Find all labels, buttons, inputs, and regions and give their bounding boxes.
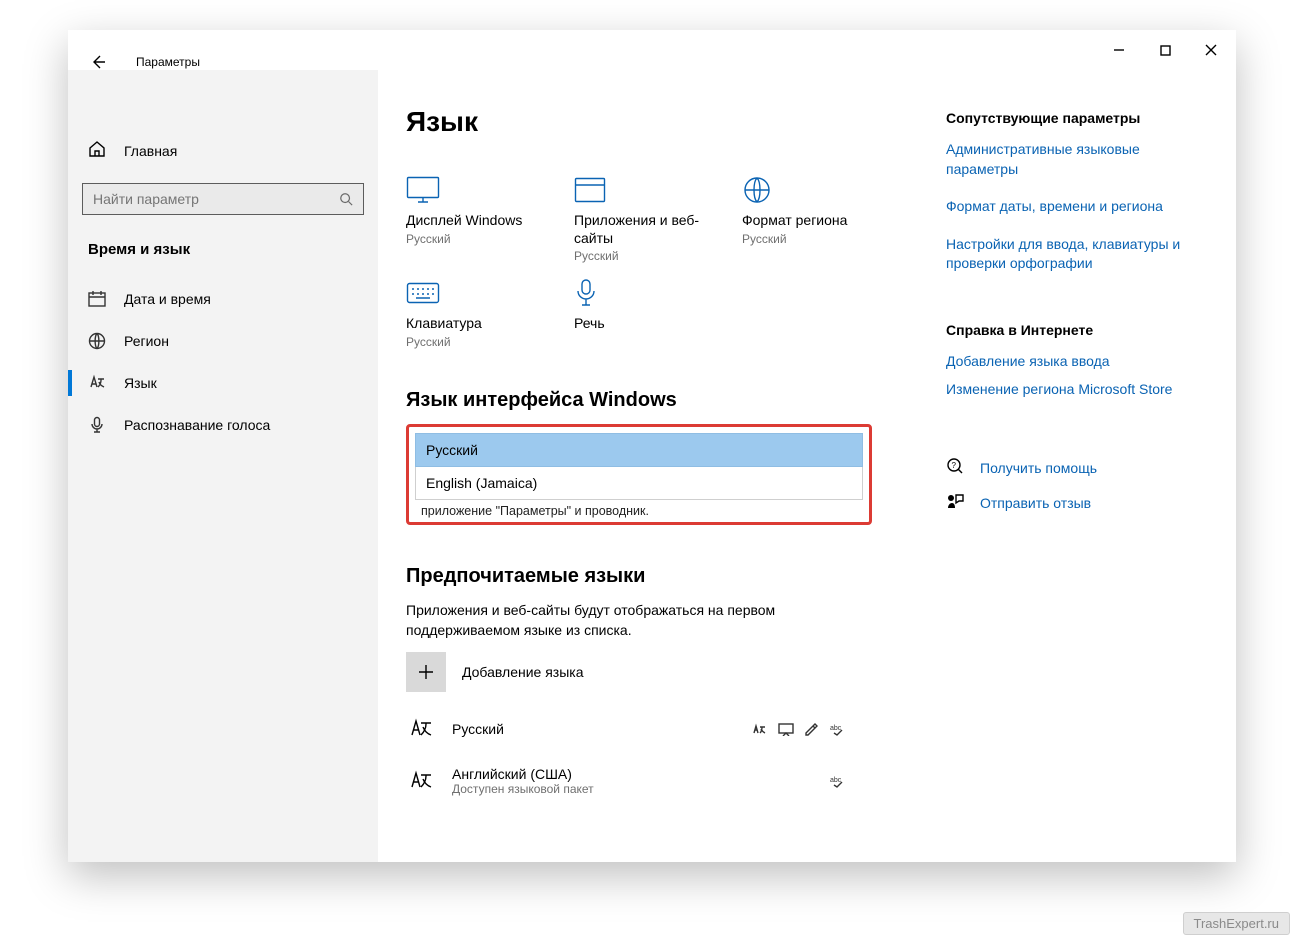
nav-label: Язык bbox=[124, 375, 157, 391]
svg-text:abc: abc bbox=[830, 777, 842, 784]
watermark: TrashExpert.ru bbox=[1183, 912, 1291, 935]
feedback-icon bbox=[946, 492, 964, 513]
nav-speech[interactable]: Распознавание голоса bbox=[82, 404, 364, 446]
link-change-store-region[interactable]: Изменение региона Microsoft Store bbox=[946, 380, 1214, 400]
tile-apps[interactable]: Приложения и веб-сайты Русский bbox=[574, 172, 704, 263]
search-icon bbox=[339, 192, 353, 206]
close-button[interactable] bbox=[1188, 34, 1234, 66]
svg-text:?: ? bbox=[952, 461, 957, 470]
minimize-button[interactable] bbox=[1096, 34, 1142, 66]
language-item-russian[interactable]: Русский abc bbox=[406, 714, 846, 744]
home-label: Главная bbox=[124, 143, 177, 159]
tile-sub: Русский bbox=[406, 232, 536, 246]
tile-label: Дисплей Windows bbox=[406, 212, 536, 230]
link-admin-language[interactable]: Административные языковые параметры bbox=[946, 140, 1214, 179]
app-title: Параметры bbox=[136, 55, 200, 69]
display-badge-icon bbox=[752, 722, 768, 736]
tile-sub: Русский bbox=[742, 232, 872, 246]
language-icon bbox=[88, 374, 106, 392]
nav-label: Дата и время bbox=[124, 291, 211, 307]
spellcheck-badge-icon: abc bbox=[830, 722, 846, 736]
language-sub: Доступен языковой пакет bbox=[452, 782, 594, 796]
link-input-spelling[interactable]: Настройки для ввода, клавиатуры и провер… bbox=[946, 235, 1214, 274]
display-language-heading: Язык интерфейса Windows bbox=[406, 389, 918, 412]
language-capabilities: abc bbox=[830, 774, 846, 788]
home-nav[interactable]: Главная bbox=[82, 132, 364, 169]
get-help-label: Получить помощь bbox=[980, 460, 1097, 476]
nav-region[interactable]: Регион bbox=[82, 320, 364, 362]
tile-sub: Русский bbox=[406, 335, 536, 349]
titlebar bbox=[68, 30, 1236, 70]
tile-label: Формат региона bbox=[742, 212, 872, 230]
tile-label: Речь bbox=[574, 315, 704, 333]
preferred-languages-heading: Предпочитаемые языки bbox=[406, 565, 918, 588]
sidebar: Главная Время и язык Дата и время Регион… bbox=[68, 70, 378, 862]
preferred-languages-desc: Приложения и веб-сайты будут отображатьс… bbox=[406, 600, 846, 641]
search-input[interactable] bbox=[93, 191, 339, 207]
tile-keyboard[interactable]: Клавиатура Русский bbox=[406, 275, 536, 349]
tile-label: Клавиатура bbox=[406, 315, 536, 333]
main-content: Язык Дисплей Windows Русский Приложения … bbox=[378, 70, 946, 862]
nav-label: Регион bbox=[124, 333, 169, 349]
link-add-input-language[interactable]: Добавление языка ввода bbox=[946, 352, 1214, 372]
language-name: Русский bbox=[452, 721, 504, 737]
section-title: Время и язык bbox=[88, 241, 358, 258]
add-language-label: Добавление языка bbox=[462, 664, 584, 680]
display-language-desc-tail: приложение "Параметры" и проводник. bbox=[415, 500, 863, 520]
calendar-icon bbox=[88, 290, 106, 308]
language-name: Английский (США) bbox=[452, 766, 594, 782]
nav-label: Распознавание голоса bbox=[124, 417, 270, 433]
window-icon bbox=[574, 172, 704, 208]
get-help-link[interactable]: ? Получить помощь bbox=[946, 457, 1214, 478]
add-language-button[interactable]: Добавление языка bbox=[406, 652, 918, 692]
tile-sub: Русский bbox=[574, 249, 704, 263]
dropdown-option-russian[interactable]: Русский bbox=[415, 433, 863, 467]
page-title: Язык bbox=[406, 106, 918, 138]
spellcheck-badge-icon: abc bbox=[830, 774, 846, 788]
nav-language[interactable]: Язык bbox=[82, 362, 364, 404]
svg-text:abc: abc bbox=[830, 725, 842, 732]
globe-icon bbox=[742, 172, 872, 208]
right-pane: Сопутствующие параметры Административные… bbox=[946, 70, 1236, 862]
header: Параметры bbox=[88, 52, 200, 72]
tile-display[interactable]: Дисплей Windows Русский bbox=[406, 172, 536, 263]
monitor-icon bbox=[406, 172, 536, 208]
back-button[interactable] bbox=[88, 52, 108, 72]
help-icon: ? bbox=[946, 457, 964, 478]
maximize-button[interactable] bbox=[1142, 34, 1188, 66]
help-heading: Справка в Интернете bbox=[946, 322, 1214, 338]
dropdown-option-english-jamaica[interactable]: English (Jamaica) bbox=[415, 467, 863, 500]
globe-icon bbox=[88, 332, 106, 350]
search-box[interactable] bbox=[82, 183, 364, 215]
related-heading: Сопутствующие параметры bbox=[946, 110, 1214, 126]
language-glyph-icon bbox=[406, 714, 436, 744]
tile-region[interactable]: Формат региона Русский bbox=[742, 172, 872, 263]
nav-date-time[interactable]: Дата и время bbox=[82, 278, 364, 320]
plus-icon bbox=[406, 652, 446, 692]
microphone-icon bbox=[574, 275, 704, 311]
display-language-dropdown: Русский English (Jamaica) приложение "Па… bbox=[406, 424, 872, 525]
feedback-link[interactable]: Отправить отзыв bbox=[946, 492, 1214, 513]
settings-window: Параметры Главная Время и язык Дата и вр… bbox=[68, 30, 1236, 862]
language-tiles: Дисплей Windows Русский Приложения и веб… bbox=[406, 172, 918, 349]
language-glyph-icon bbox=[406, 766, 436, 796]
microphone-icon bbox=[88, 416, 106, 434]
link-date-region-format[interactable]: Формат даты, времени и региона bbox=[946, 197, 1214, 217]
keyboard-icon bbox=[406, 275, 536, 311]
tts-badge-icon bbox=[778, 722, 794, 736]
feedback-label: Отправить отзыв bbox=[980, 495, 1091, 511]
language-capabilities: abc bbox=[752, 722, 846, 736]
handwriting-badge-icon bbox=[804, 722, 820, 736]
home-icon bbox=[88, 140, 106, 161]
tile-speech[interactable]: Речь bbox=[574, 275, 704, 349]
tile-label: Приложения и веб-сайты bbox=[574, 212, 704, 247]
language-item-english-us[interactable]: Английский (США) Доступен языковой пакет… bbox=[406, 766, 846, 796]
